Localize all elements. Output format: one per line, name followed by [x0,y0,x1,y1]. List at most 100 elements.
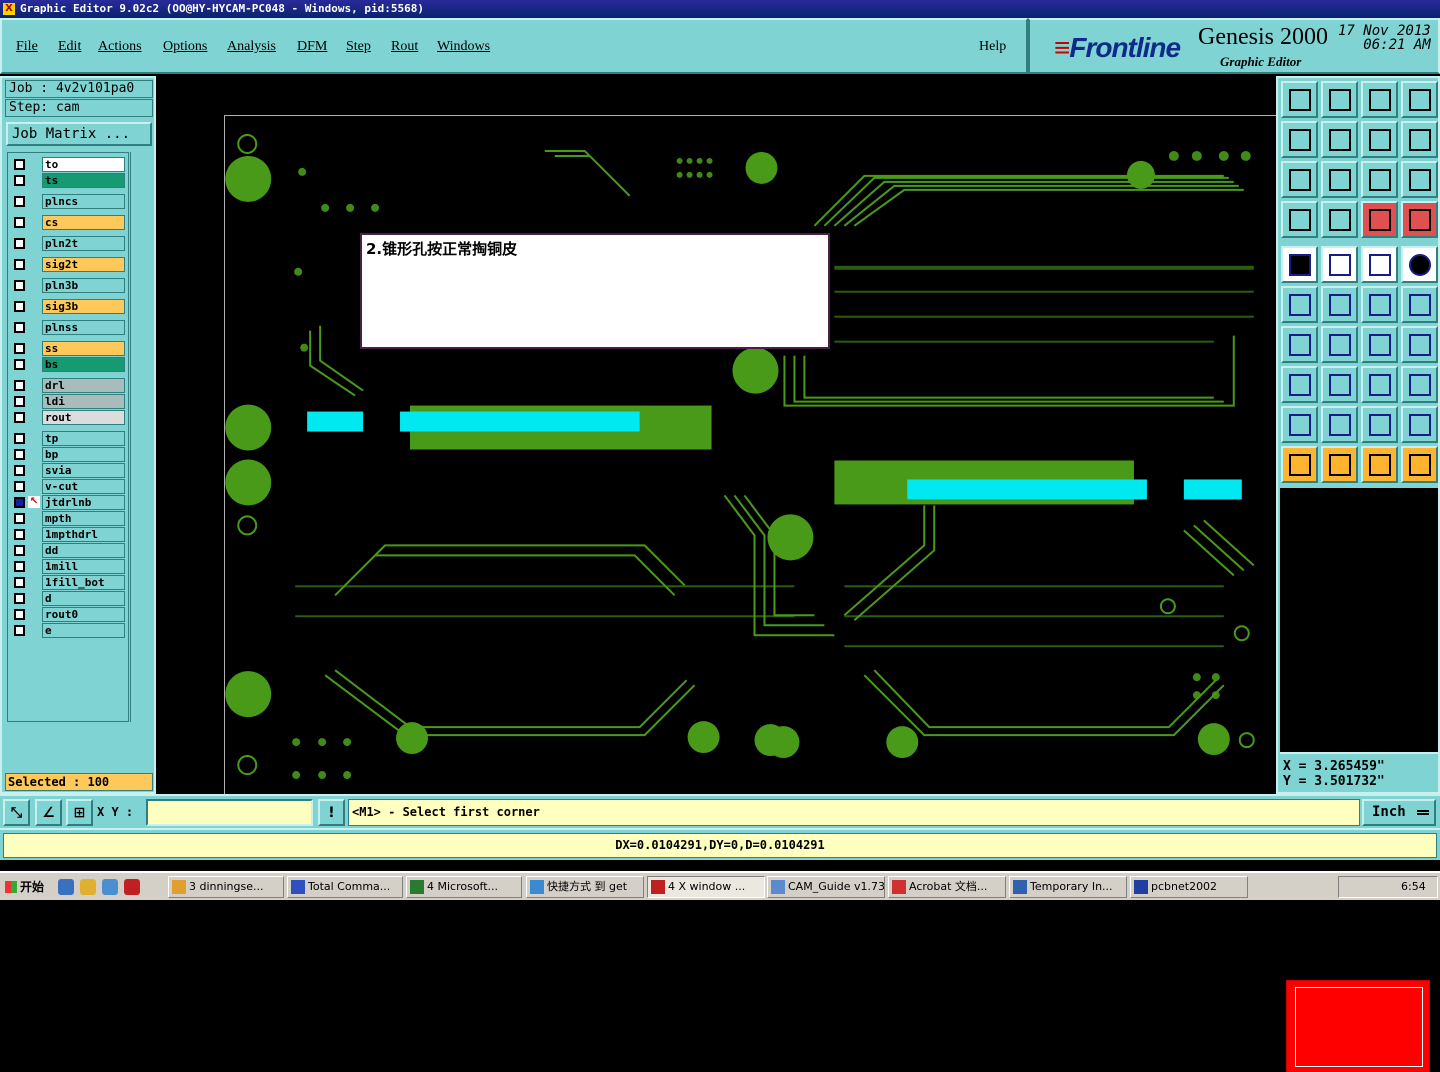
layer-row-ts[interactable]: ts [8,173,128,188]
layer-checkbox[interactable] [14,280,25,291]
layer-row-sig3b[interactable]: sig3b [8,299,128,314]
menu-analysis[interactable]: Analysis [227,39,276,55]
layer-name[interactable]: d [42,591,125,606]
menu-edit[interactable]: Edit [58,39,81,55]
layer-display-icon[interactable] [1401,201,1438,238]
layer-name[interactable]: rout [42,410,125,425]
layer-name[interactable]: pln3b [42,278,125,293]
layer-name[interactable]: pln2t [42,236,125,251]
text-icon[interactable] [1401,326,1438,363]
layer-name[interactable]: ss [42,341,125,356]
taskbar-item[interactable]: pcbnet2002 [1130,876,1248,898]
layer-row-jtdrlnb[interactable]: ↖ jtdrlnb [8,495,128,510]
annotation-note[interactable]: 2.锥形孔按正常掏铜皮 [360,233,830,349]
scale-1to1-icon[interactable] [1361,161,1398,198]
triangle-line-icon[interactable] [1321,406,1358,443]
layer-name[interactable]: drl [42,378,125,393]
layer-checkbox[interactable] [14,625,25,636]
layer-row-plncs[interactable]: plncs [8,194,128,209]
layer-row-1mill[interactable]: 1mill [8,559,128,574]
window-split-icon[interactable] [1401,81,1438,118]
job-matrix-button[interactable]: Job Matrix ... [6,122,152,146]
arc-icon[interactable] [1361,326,1398,363]
layer-row-dd[interactable]: dd [8,543,128,558]
menu-file[interactable]: File [16,39,38,55]
pointer-box-icon[interactable] [1321,446,1358,483]
layer-row-cs[interactable]: cs [8,215,128,230]
delete-node-icon[interactable] [1321,286,1358,323]
layer-row-1fill_bot[interactable]: 1fill_bot [8,575,128,590]
layer-name[interactable]: v-cut [42,479,125,494]
layer-name[interactable]: bp [42,447,125,462]
layer-name[interactable]: jtdrlnb [42,495,125,510]
layer-row-ldi[interactable]: ldi [8,394,128,409]
layer-checkbox[interactable] [14,301,25,312]
pad-add-icon[interactable] [1281,246,1318,283]
taskbar-item[interactable]: Temporary In... [1009,876,1127,898]
arch-cut-icon[interactable] [1401,406,1438,443]
layer-name[interactable]: sig2t [42,257,125,272]
layer-name[interactable]: sig3b [42,299,125,314]
layer-name[interactable]: bs [42,357,125,372]
snap-grid-icon[interactable]: ⊞ [66,799,93,826]
snap-settings-icon[interactable] [1281,201,1318,238]
layer-row-pln3b[interactable]: pln3b [8,278,128,293]
layer-row-e[interactable]: e [8,623,128,638]
layer-name[interactable]: cs [42,215,125,230]
redo-path-icon[interactable] [1401,121,1438,158]
layer-row-sig2t[interactable]: sig2t [8,257,128,272]
layer-row-ss[interactable]: ss [8,341,128,356]
layer-checkbox[interactable] [14,433,25,444]
export-icon[interactable] [1321,121,1358,158]
layer-name[interactable]: mpth [42,511,125,526]
layer-row-d[interactable]: d [8,591,128,606]
taskbar-item[interactable]: 3 dinningse... [168,876,284,898]
layer-row-rout[interactable]: rout [8,410,128,425]
layer-checkbox[interactable] [14,380,25,391]
layer-row-plnss[interactable]: plnss [8,320,128,335]
arch-icon[interactable] [1361,406,1398,443]
layer-row-drl[interactable]: drl [8,378,128,393]
layer-name[interactable]: ts [42,173,125,188]
layer-name[interactable]: 1fill_bot [42,575,125,590]
layer-checkbox[interactable] [14,561,25,572]
cut-line-icon[interactable] [1321,366,1358,403]
layer-row-mpth[interactable]: mpth [8,511,128,526]
zoom-window-icon[interactable]: ⤡ [3,799,30,826]
layer-checkbox[interactable] [14,609,25,620]
grid-icon[interactable] [1321,201,1358,238]
layer-row-pln2t[interactable]: pln2t [8,236,128,251]
open-job-icon[interactable] [1281,81,1318,118]
layer-checkbox[interactable] [14,449,25,460]
outline-icon[interactable] [1321,246,1358,283]
line-icon[interactable] [1321,326,1358,363]
ie-icon[interactable] [58,879,74,895]
layer-name[interactable]: plnss [42,320,125,335]
layer-checkbox[interactable] [14,412,25,423]
copy-icon[interactable] [1401,366,1438,403]
taskbar-item[interactable]: Total Comma... [287,876,403,898]
pointer-frame-icon[interactable] [1361,446,1398,483]
undo-icon[interactable] [1361,121,1398,158]
layer-row-bp[interactable]: bp [8,447,128,462]
layer-list-scrollbar[interactable] [130,152,154,722]
menu-step[interactable]: Step [346,39,371,55]
layer-name[interactable]: 1mpthdrl [42,527,125,542]
layer-name[interactable]: svia [42,463,125,478]
layer-name[interactable]: plncs [42,194,125,209]
layer-checkbox[interactable] [14,497,25,508]
layer-checkbox[interactable] [14,465,25,476]
layer-name[interactable]: e [42,623,125,638]
add-node-icon[interactable] [1401,286,1438,323]
menu-actions[interactable]: Actions [98,39,142,55]
layer-name[interactable]: tp [42,431,125,446]
layer-checkbox[interactable] [14,196,25,207]
angle-icon[interactable] [1281,326,1318,363]
overview-frame[interactable] [1286,980,1430,1072]
menu-rout[interactable]: Rout [391,39,418,55]
layer-filter-icon[interactable] [1361,201,1398,238]
taskbar-item[interactable]: 快捷方式 到 get [526,876,644,898]
layer-checkbox[interactable] [14,238,25,249]
start-button[interactable]: 开始 [2,876,48,898]
help-query-icon[interactable] [1401,161,1438,198]
